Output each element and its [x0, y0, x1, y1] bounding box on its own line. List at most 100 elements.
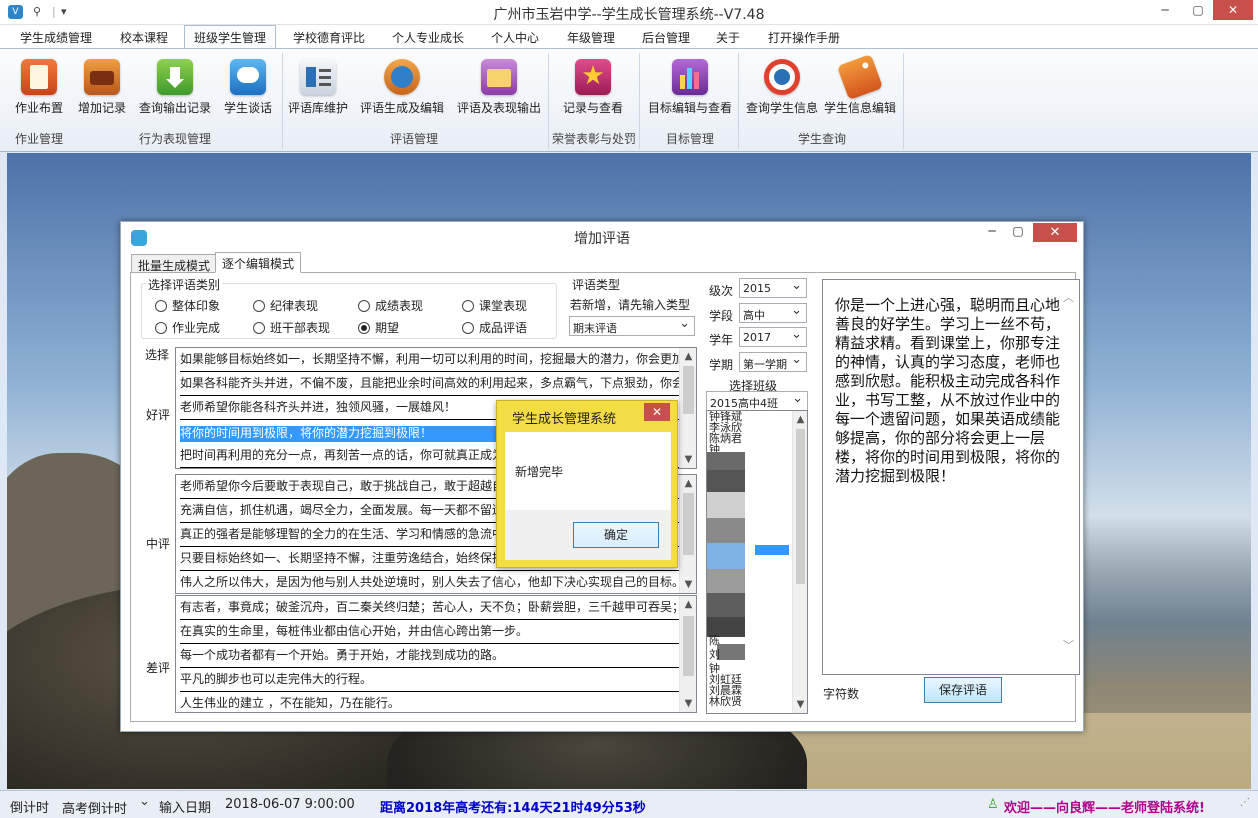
comment-type-title: 评语类型 — [570, 276, 623, 293]
student-name[interactable]: 林欣贤 — [709, 696, 742, 707]
radio-homework[interactable]: 作业完成 — [155, 319, 220, 336]
message-close-icon[interactable]: ✕ — [644, 403, 670, 421]
radio-expectation[interactable]: 期望 — [358, 319, 399, 336]
term-select[interactable]: 第一学期 — [739, 352, 807, 372]
dialog-maximize-icon[interactable]: ▢ — [1005, 224, 1031, 238]
bad-list-scrollbar[interactable]: ▲ ▼ — [679, 596, 696, 712]
maximize-icon[interactable]: ▢ — [1181, 0, 1215, 20]
textarea-scroll-up-icon[interactable]: ︿ — [1063, 289, 1074, 305]
student-list-scrollbar[interactable]: ▲ ▼ — [792, 411, 807, 713]
library-icon — [300, 59, 336, 95]
star-icon: ★ — [575, 59, 611, 95]
query-output-button[interactable]: 查询输出记录 — [137, 59, 213, 116]
select-label: 选择 — [145, 348, 170, 362]
record-view-button[interactable]: ★ 记录与查看 — [561, 59, 625, 116]
student-talk-button[interactable]: 学生谈话 — [222, 59, 274, 116]
radio-classroom[interactable]: 课堂表现 — [462, 297, 527, 314]
student-list-highlight — [755, 545, 789, 555]
message-title: 学生成长管理系统 — [512, 412, 617, 427]
scroll-down-icon[interactable]: ▼ — [680, 576, 696, 593]
query-student-info-button[interactable]: 查询学生信息 — [744, 59, 820, 116]
date-value[interactable]: 2018-06-07 9:00:00 — [225, 797, 355, 812]
bad-comment-list[interactable]: 有志者，事竟成；破釜沉舟，百二秦关终归楚；苦心人，天不负；卧薪尝胆，三千越甲可吞… — [175, 595, 697, 713]
ribbon-label: 查询输出记录 — [138, 101, 211, 115]
category-group-title: 选择评语类别 — [146, 276, 223, 293]
list-item[interactable]: 人生伟业的建立 ，不在能知，乃在能行。 — [180, 692, 680, 712]
close-icon[interactable]: ✕ — [1213, 0, 1253, 20]
stage-select[interactable]: 高中 — [739, 303, 807, 323]
scroll-down-icon[interactable]: ▼ — [793, 696, 807, 713]
list-item[interactable]: 如果能够目标始终如一，长期坚持不懈，利用一切可以利用的时间，挖掘最大的潜力，你会… — [180, 348, 680, 372]
menu-class-student-management[interactable]: 班级学生管理 — [184, 25, 277, 49]
message-body: 新增完毕 — [505, 432, 671, 510]
student-list[interactable]: 钟锋斌 李泳欣 陈炳君 钟 陈 刘 钟 刘虹廷 刘晨霖 林欣贤 ▲ ▼ — [706, 410, 808, 714]
comment-type-select[interactable]: 期末评语 — [569, 316, 695, 336]
ribbon-separator — [738, 53, 739, 149]
resize-grip-icon[interactable]: ⋰ — [1240, 797, 1250, 808]
wallet-icon — [84, 59, 120, 95]
ok-button[interactable]: 确定 — [573, 522, 659, 548]
scroll-down-icon[interactable]: ▼ — [680, 451, 696, 468]
bar-chart-icon — [672, 59, 708, 95]
tab-single-edit-mode[interactable]: 逐个编辑模式 — [215, 252, 302, 273]
menu-score-management[interactable]: 学生成绩管理 — [20, 29, 92, 46]
level-select[interactable]: 2015 — [739, 278, 807, 298]
scroll-up-icon[interactable]: ▲ — [680, 596, 696, 613]
add-record-button[interactable]: 增加记录 — [76, 59, 128, 116]
message-text: 新增完毕 — [515, 465, 564, 479]
year-select[interactable]: 2017 — [739, 327, 807, 347]
radio-cadre[interactable]: 班干部表现 — [253, 319, 330, 336]
list-item[interactable]: 平凡的脚步也可以走完伟大的行程。 — [180, 668, 680, 692]
menu-moral-evaluation[interactable]: 学校德育评比 — [293, 29, 365, 46]
class-select[interactable]: 2015高中4班 — [706, 391, 808, 411]
menu-professional-growth[interactable]: 个人专业成长 — [392, 29, 464, 46]
radio-score[interactable]: 成绩表现 — [358, 297, 423, 314]
countdown-select[interactable]: 高考倒计时 — [58, 794, 155, 815]
scroll-down-icon[interactable]: ▼ — [680, 695, 696, 712]
edit-student-info-button[interactable]: 学生信息编辑 — [822, 53, 898, 116]
title-bar: V ⚲ | ▾ 广州市玉岩中学--学生成长管理系统--V7.48 ─ ▢ ✕ — [0, 0, 1258, 25]
comment-output-button[interactable]: 评语及表现输出 — [455, 59, 543, 116]
window-title: 广州市玉岩中学--学生成长管理系统--V7.48 — [493, 7, 765, 23]
radio-discipline[interactable]: 纪律表现 — [253, 297, 318, 314]
ribbon-label: 评语库维护 — [287, 101, 348, 115]
menu-grade-management[interactable]: 年级管理 — [567, 29, 615, 46]
menu-school-course[interactable]: 校本课程 — [120, 29, 168, 46]
list-item[interactable]: 在真实的生命里，每桩伟业都由信心开始，并由信心跨出第一步。 — [180, 620, 680, 644]
menu-about[interactable]: 关于 — [716, 29, 740, 46]
list-item[interactable]: 伟人之所以伟大，是因为他与别人共处逆境时，别人失去了信心，他却下决心实现自己的目… — [180, 571, 680, 593]
comment-library-button[interactable]: 评语库维护 — [286, 59, 350, 116]
list-item[interactable]: 如果各科能齐头并进，不偏不废，且能把业余时间高效的利用起来，多点霸气，下点狠劲，… — [180, 372, 680, 396]
save-comment-button[interactable]: 保存评语 — [924, 677, 1002, 703]
lifebuoy-icon — [764, 59, 800, 95]
dialog-minimize-icon[interactable]: ─ — [979, 224, 1005, 238]
list-item[interactable]: 有志者，事竟成；破釜沉舟，百二秦关终归楚；苦心人，天不负；卧薪尝胆，三千越甲可吞… — [180, 596, 680, 620]
ribbon-label: 目标编辑与查看 — [647, 101, 732, 115]
student-name[interactable]: 刘 — [709, 649, 720, 660]
radio-overall[interactable]: 整体印象 — [155, 297, 220, 314]
comment-textarea[interactable]: 你是一个上进心强，聪明而且心地善良的好学生。学习上一丝不苟，精益求精。看到课堂上… — [822, 279, 1080, 675]
countdown-label: 倒计时 — [10, 801, 50, 816]
status-bar: 倒计时 高考倒计时 输入日期 2018-06-07 9:00:00 距离2018… — [0, 790, 1258, 818]
comment-generate-edit-button[interactable]: 评语生成及编辑 — [358, 59, 446, 116]
good-list-scrollbar[interactable]: ▲ ▼ — [679, 348, 696, 468]
tab-batch-mode[interactable]: 批量生成模式 — [131, 254, 218, 273]
dialog-title: 增加评语 — [574, 231, 630, 247]
download-cloud-icon — [157, 59, 193, 95]
radio-finished-comment[interactable]: 成品评语 — [462, 319, 527, 336]
menu-open-manual[interactable]: 打开操作手册 — [768, 29, 840, 46]
textarea-scroll-down-icon[interactable]: ﹀ — [1063, 637, 1074, 653]
char-count-label: 字符数 — [823, 687, 860, 701]
goal-edit-view-button[interactable]: 目标编辑与查看 — [646, 59, 734, 116]
redacted-block — [707, 452, 745, 470]
homework-assign-button[interactable]: 作业布置 — [13, 59, 65, 116]
minimize-icon[interactable]: ─ — [1148, 0, 1182, 20]
scroll-up-icon[interactable]: ▲ — [680, 348, 696, 365]
dialog-close-icon[interactable]: ✕ — [1033, 223, 1077, 242]
list-item[interactable]: 每一个成功者都有一个开始。勇于开始，才能找到成功的路。 — [180, 644, 680, 668]
mid-list-scrollbar[interactable]: ▲ ▼ — [679, 475, 696, 593]
menu-personal-center[interactable]: 个人中心 — [491, 29, 539, 46]
scroll-up-icon[interactable]: ▲ — [793, 411, 807, 428]
menu-backend-management[interactable]: 后台管理 — [642, 29, 690, 46]
scroll-up-icon[interactable]: ▲ — [680, 475, 696, 492]
